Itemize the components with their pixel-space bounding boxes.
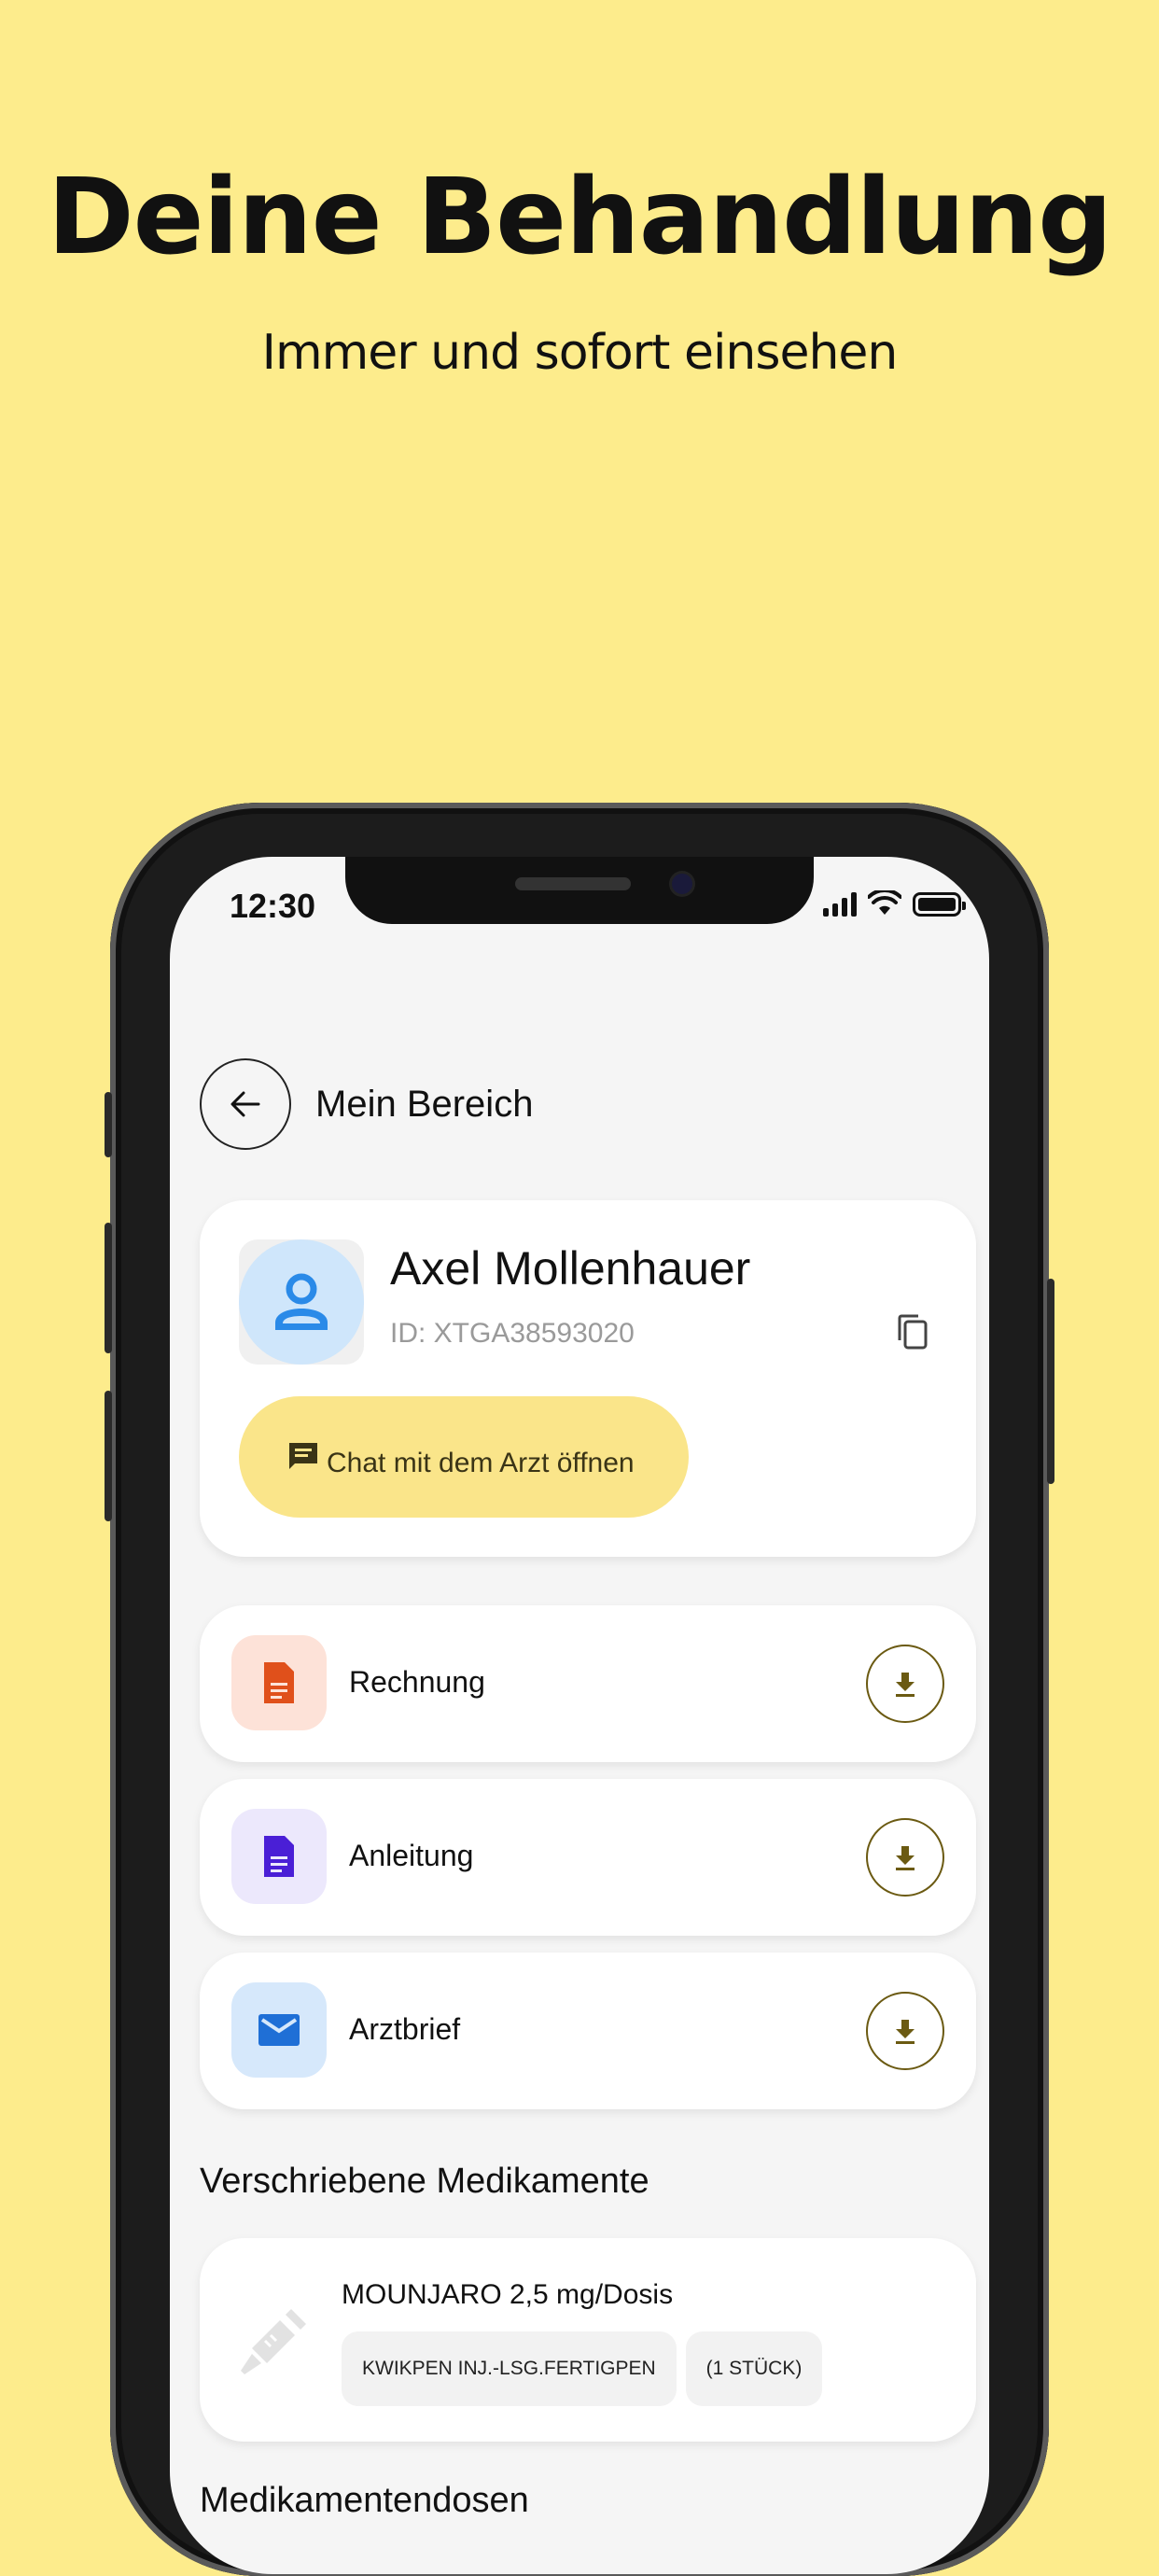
document-label: Anleitung xyxy=(349,1839,474,1872)
battery-icon xyxy=(913,892,966,917)
volume-up-button xyxy=(105,1223,112,1353)
document-row-rechnung[interactable]: Rechnung xyxy=(200,1605,976,1762)
phone-frame: 12:30 Mein Bereich Axel Mollenhauer ID: … xyxy=(105,803,1054,2576)
chat-with-doctor-button[interactable]: Chat mit dem Arzt öffnen xyxy=(239,1396,689,1518)
medication-quantity-chip: (1 STÜCK) xyxy=(685,2331,823,2406)
download-icon xyxy=(896,2020,915,2044)
front-camera xyxy=(672,874,692,894)
document-icon xyxy=(264,1662,294,1703)
dosage-section-title: Medikamentendosen xyxy=(200,2481,529,2520)
wifi-icon xyxy=(868,890,901,915)
chat-icon xyxy=(289,1443,317,1469)
medication-form-chip: KWIKPEN INJ.-LSG.FERTIGPEN xyxy=(342,2331,677,2406)
syringe-icon xyxy=(237,2303,312,2383)
document-icon-container xyxy=(231,1635,327,1730)
promo-subline: Immer und sofort einsehen xyxy=(261,325,899,381)
back-button[interactable] xyxy=(200,1058,291,1150)
volume-down-button xyxy=(105,1391,112,1521)
chat-button-label: Chat mit dem Arzt öffnen xyxy=(327,1448,635,1478)
notch xyxy=(345,857,814,924)
speaker-grille xyxy=(515,877,631,890)
download-button[interactable] xyxy=(866,1818,944,1897)
medication-chips: KWIKPEN INJ.-LSG.FERTIGPEN (1 STÜCK) xyxy=(342,2331,823,2406)
download-button[interactable] xyxy=(866,1992,944,2070)
download-icon xyxy=(896,1673,915,1697)
document-row-anleitung[interactable]: Anleitung xyxy=(200,1779,976,1936)
mail-icon xyxy=(258,2014,300,2046)
document-row-arztbrief[interactable]: Arztbrief xyxy=(200,1953,976,2109)
download-icon xyxy=(896,1846,915,1870)
phone-screen: 12:30 Mein Bereich Axel Mollenhauer ID: … xyxy=(170,857,989,2574)
document-icon-container xyxy=(231,1809,327,1904)
person-icon xyxy=(275,1273,328,1330)
patient-id: ID: XTGA38593020 xyxy=(390,1318,635,1349)
arrow-left-icon xyxy=(230,1091,260,1117)
status-icons xyxy=(823,890,966,917)
document-label: Arztbrief xyxy=(349,2012,461,2046)
document-label: Rechnung xyxy=(349,1665,485,1699)
page-title: Mein Bereich xyxy=(315,1083,534,1125)
copy-id-button[interactable] xyxy=(894,1312,931,1358)
promo-headline: Deine Behandlung xyxy=(47,157,1113,278)
document-icon xyxy=(264,1836,294,1877)
mail-icon-container xyxy=(231,1982,327,2078)
status-time: 12:30 xyxy=(230,887,316,925)
medication-name: MOUNJARO 2,5 mg/Dosis xyxy=(342,2279,674,2310)
patient-name: Axel Mollenhauer xyxy=(390,1242,751,1295)
medications-section-title: Verschriebene Medikamente xyxy=(200,2162,649,2201)
avatar xyxy=(239,1239,364,1365)
topbar: Mein Bereich xyxy=(200,1058,533,1150)
profile-card: Axel Mollenhauer ID: XTGA38593020 Chat m… xyxy=(200,1200,976,1557)
signal-icon xyxy=(823,892,857,917)
download-button[interactable] xyxy=(866,1645,944,1723)
power-button xyxy=(1047,1279,1054,1484)
copy-icon xyxy=(898,1314,928,1350)
medication-card[interactable]: MOUNJARO 2,5 mg/Dosis KWIKPEN INJ.-LSG.F… xyxy=(200,2238,976,2442)
mute-switch xyxy=(105,1092,112,1157)
